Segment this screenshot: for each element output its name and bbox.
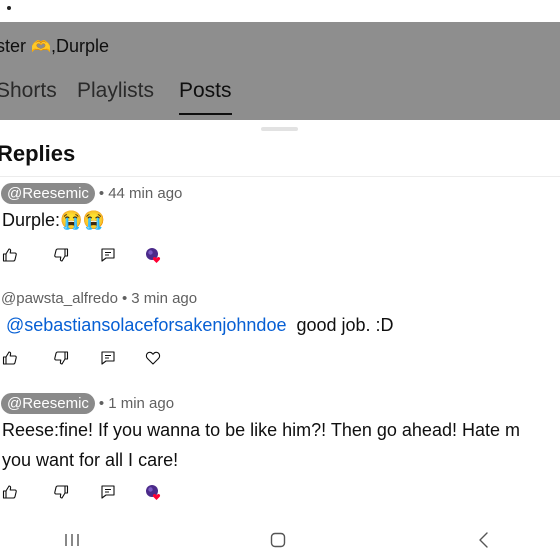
reply-icon[interactable]	[98, 482, 118, 502]
sheet-drag-handle[interactable]	[261, 127, 298, 131]
reply-actions	[0, 348, 200, 368]
home-icon[interactable]	[266, 528, 290, 552]
replies-title: Replies	[0, 141, 76, 166]
reply-meta: @Reesemic • 1 min ago	[1, 392, 174, 414]
heart-icon[interactable]	[143, 348, 163, 368]
active-tab-indicator	[179, 113, 232, 115]
reply-meta: @pawsta_alfredo • 3 min ago	[1, 287, 197, 309]
mention-link[interactable]: @sebastiansolaceforsakenjohndoe	[6, 315, 286, 335]
thumbs-down-icon[interactable]	[51, 245, 71, 265]
reply-icon[interactable]	[98, 348, 118, 368]
heart-hands-emoji: 🫶	[31, 39, 51, 56]
reply-text: Durple:😭😭	[2, 210, 105, 230]
thumbs-down-icon[interactable]	[51, 348, 71, 368]
reply-icon[interactable]	[98, 245, 118, 265]
reply-actions	[0, 482, 200, 502]
channel-name-suffix: ,Durple	[50, 36, 109, 56]
reply-text-line-1: Reese:fine! If you wanna to be like him?…	[2, 420, 520, 440]
reply-time: 44 min ago	[108, 184, 183, 202]
thumbs-up-icon[interactable]	[0, 245, 20, 265]
reply-time: 3 min ago	[131, 289, 198, 307]
author-handle[interactable]: @pawsta_alfredo	[1, 290, 118, 307]
reply-actions	[0, 245, 200, 265]
author-handle[interactable]: @Reesemic	[1, 182, 95, 204]
tab-posts[interactable]: Posts	[179, 79, 232, 103]
author-handle[interactable]: @Reesemic	[1, 392, 95, 414]
creator-heart-icon	[143, 245, 163, 265]
thumbs-up-icon[interactable]	[0, 482, 20, 502]
thumbs-down-icon[interactable]	[51, 482, 71, 502]
recent-apps-icon[interactable]	[60, 528, 84, 552]
separator: •	[98, 394, 105, 412]
separator: •	[98, 184, 105, 202]
channel-name-prefix: ster	[0, 36, 27, 56]
system-navigation-bar	[0, 520, 560, 560]
reply-text-content: good job. :D	[296, 315, 394, 335]
back-icon[interactable]	[472, 528, 496, 552]
reply-meta: @Reesemic • 44 min ago	[1, 182, 182, 204]
thumbs-up-icon[interactable]	[0, 348, 20, 368]
creator-heart-icon	[143, 482, 163, 502]
reply-text: @sebastiansolaceforsakenjohndoe good job…	[6, 310, 394, 340]
status-bar-dot	[7, 6, 11, 10]
separator: •	[121, 289, 128, 307]
channel-name: ster 🫶,Durple	[0, 36, 109, 57]
reply-time: 1 min ago	[108, 394, 175, 412]
header-divider	[0, 176, 560, 177]
tab-shorts[interactable]: Shorts	[0, 79, 57, 103]
reply-text-line-2: you want for all I care!	[2, 450, 179, 470]
tab-playlists[interactable]: Playlists	[77, 79, 154, 103]
